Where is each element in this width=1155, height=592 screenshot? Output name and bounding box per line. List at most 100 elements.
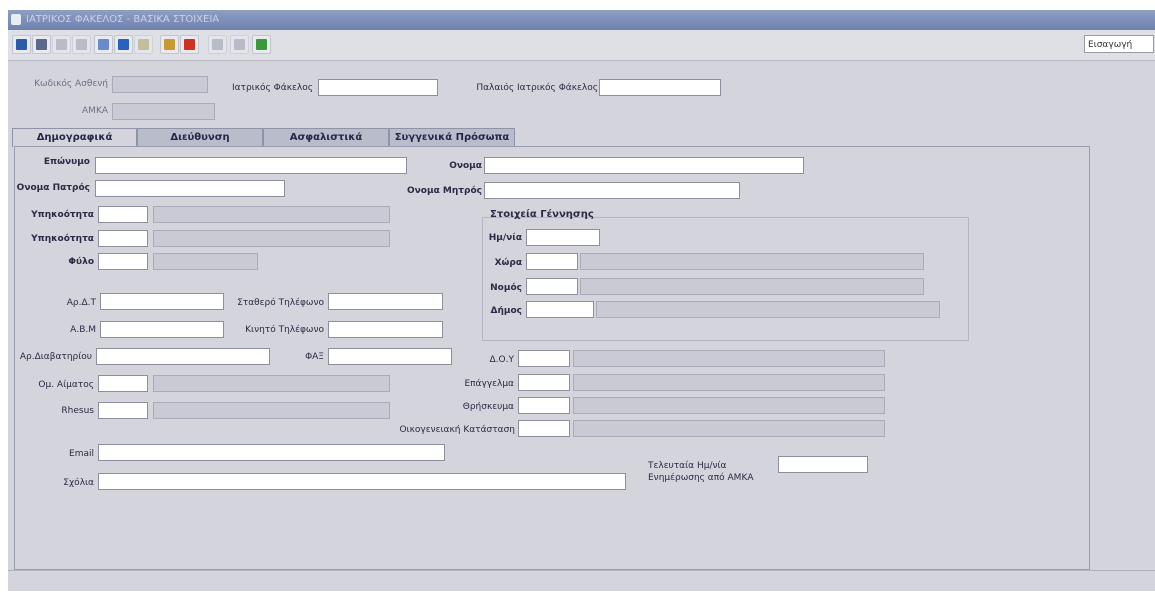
delete-button[interactable] <box>72 35 91 54</box>
exit-button[interactable] <box>180 35 199 54</box>
query-button[interactable] <box>160 35 179 54</box>
grid-button[interactable] <box>208 35 227 54</box>
tab-demographics[interactable]: Δημογραφικά <box>12 128 137 147</box>
medical-file-label: Ιατρικός Φάκελος <box>231 83 313 93</box>
marital-status-label: Οικογενειακή Κατάσταση <box>399 425 515 435</box>
title-bar: ΙΑΤΡΙΚΟΣ ΦΑΚΕΛΟΣ - ΒΑΣΙΚΑ ΣΤΟΙΧΕΙΑ <box>8 10 1155 30</box>
amka-update-label: Ενημέρωσης από ΑΜΚΑ <box>648 473 754 483</box>
amka-label: ΑΜΚΑ <box>82 106 108 116</box>
blood-group-label: Ομ. Αίματος <box>38 380 94 390</box>
old-medical-file-field[interactable] <box>599 79 721 96</box>
image-icon <box>256 39 267 50</box>
birth-country-code-field[interactable] <box>526 253 578 270</box>
religion-label: Θρήσκευμα <box>462 402 514 412</box>
tax-office-code-field[interactable] <box>518 350 570 367</box>
amka-field[interactable] <box>112 103 215 120</box>
landline-field[interactable] <box>328 293 443 310</box>
passport-label: Αρ.Διαβατηρίου <box>19 352 92 362</box>
gender-desc-field <box>153 253 258 270</box>
application-window: ΙΑΤΡΙΚΟΣ ΦΑΚΕΛΟΣ - ΒΑΣΙΚΑ ΣΤΟΙΧΕΙΑ Εισαγ… <box>8 10 1155 591</box>
gender-label: Φύλο <box>68 257 94 267</box>
patient-code-field[interactable] <box>112 76 208 93</box>
father-name-field[interactable] <box>95 180 285 197</box>
rhesus-label: Rhesus <box>61 406 94 416</box>
abm-label: Α.Β.Μ <box>70 325 96 335</box>
printer-icon <box>36 39 47 50</box>
window-title: ΙΑΤΡΙΚΟΣ ΦΑΚΕΛΟΣ - ΒΑΣΙΚΑ ΣΤΟΙΧΕΙΑ <box>26 14 220 25</box>
list-button[interactable] <box>230 35 249 54</box>
profession-code-field[interactable] <box>518 374 570 391</box>
clear-button[interactable] <box>52 35 71 54</box>
id-number-field[interactable] <box>100 293 224 310</box>
new-record-button[interactable] <box>94 35 113 54</box>
profession-desc-field <box>573 374 885 391</box>
document-icon <box>98 39 109 50</box>
birth-prefecture-label: Νομός <box>490 283 522 293</box>
marital-status-code-field[interactable] <box>518 420 570 437</box>
vat-label: ΦΑΞ <box>305 352 324 362</box>
clear-icon <box>56 39 67 50</box>
birth-country-label: Χώρα <box>494 258 522 268</box>
landline-label: Σταθερό Τηλέφωνο <box>237 298 324 308</box>
nationality-label: Υπηκοότητα <box>31 210 94 220</box>
birth-date-field[interactable] <box>526 229 600 246</box>
birth-municipality-label: Δήμος <box>490 306 522 316</box>
id-number-label: Αρ.Δ.Τ <box>66 298 96 308</box>
help-button[interactable] <box>114 35 133 54</box>
list-icon <box>234 39 245 50</box>
birth-date-label: Ημ/νία <box>488 233 522 243</box>
tab-address[interactable]: Διεύθυνση <box>137 128 263 146</box>
birth-municipality-desc-field <box>596 301 940 318</box>
notes-label: Σχόλια <box>63 478 94 488</box>
gender-code-field[interactable] <box>98 253 148 270</box>
citizenship-code-field[interactable] <box>98 230 148 247</box>
medical-file-field[interactable] <box>318 79 438 96</box>
notes-field[interactable] <box>98 473 626 490</box>
citizenship-desc-field <box>153 230 390 247</box>
mobile-field[interactable] <box>328 321 443 338</box>
floppy-icon <box>16 39 27 50</box>
name-field[interactable] <box>484 157 804 174</box>
surname-field[interactable] <box>95 157 407 174</box>
email-field[interactable] <box>98 444 445 461</box>
birth-prefecture-code-field[interactable] <box>526 278 578 295</box>
surname-label: Επώνυμο <box>43 157 90 167</box>
save-button[interactable] <box>12 35 31 54</box>
passport-field[interactable] <box>96 348 270 365</box>
last-update-field[interactable] <box>778 456 868 473</box>
rhesus-code-field[interactable] <box>98 402 148 419</box>
last-update-label: Τελευταία Ημ/νία <box>648 461 727 471</box>
religion-code-field[interactable] <box>518 397 570 414</box>
key-button[interactable] <box>134 35 153 54</box>
key-icon <box>138 39 149 50</box>
religion-desc-field <box>573 397 885 414</box>
tax-office-desc-field <box>573 350 885 367</box>
grid-icon <box>212 39 223 50</box>
tab-insurance[interactable]: Ασφαλιστικά <box>263 128 389 146</box>
citizenship-label: Υπηκοότητα <box>31 234 94 244</box>
birth-municipality-code-field[interactable] <box>526 301 594 318</box>
help-icon <box>118 39 129 50</box>
abm-field[interactable] <box>100 321 224 338</box>
email-label: Email <box>69 449 94 459</box>
delete-icon <box>76 39 87 50</box>
mother-name-field[interactable] <box>484 182 740 199</box>
nationality-code-field[interactable] <box>98 206 148 223</box>
tab-relatives[interactable]: Συγγενικά Πρόσωπα <box>389 128 515 146</box>
old-medical-file-label: Παλαιός Ιατρικός Φάκελος <box>476 83 598 93</box>
father-name-label: Ονομα Πατρός <box>16 183 90 193</box>
marital-status-desc-field <box>573 420 885 437</box>
rhesus-desc-field <box>153 402 390 419</box>
birth-prefecture-desc-field <box>580 278 924 295</box>
exit-icon <box>184 39 195 50</box>
blood-group-desc-field <box>153 375 390 392</box>
tax-office-label: Δ.Ο.Υ <box>489 355 514 365</box>
mode-indicator: Εισαγωγή <box>1084 35 1154 53</box>
print-button[interactable] <box>32 35 51 54</box>
profession-label: Επάγγελμα <box>464 379 514 389</box>
image-button[interactable] <box>252 35 271 54</box>
toolbar <box>8 30 1155 61</box>
query-icon <box>164 39 175 50</box>
blood-group-code-field[interactable] <box>98 375 148 392</box>
name-label: Ονομα <box>449 161 482 171</box>
